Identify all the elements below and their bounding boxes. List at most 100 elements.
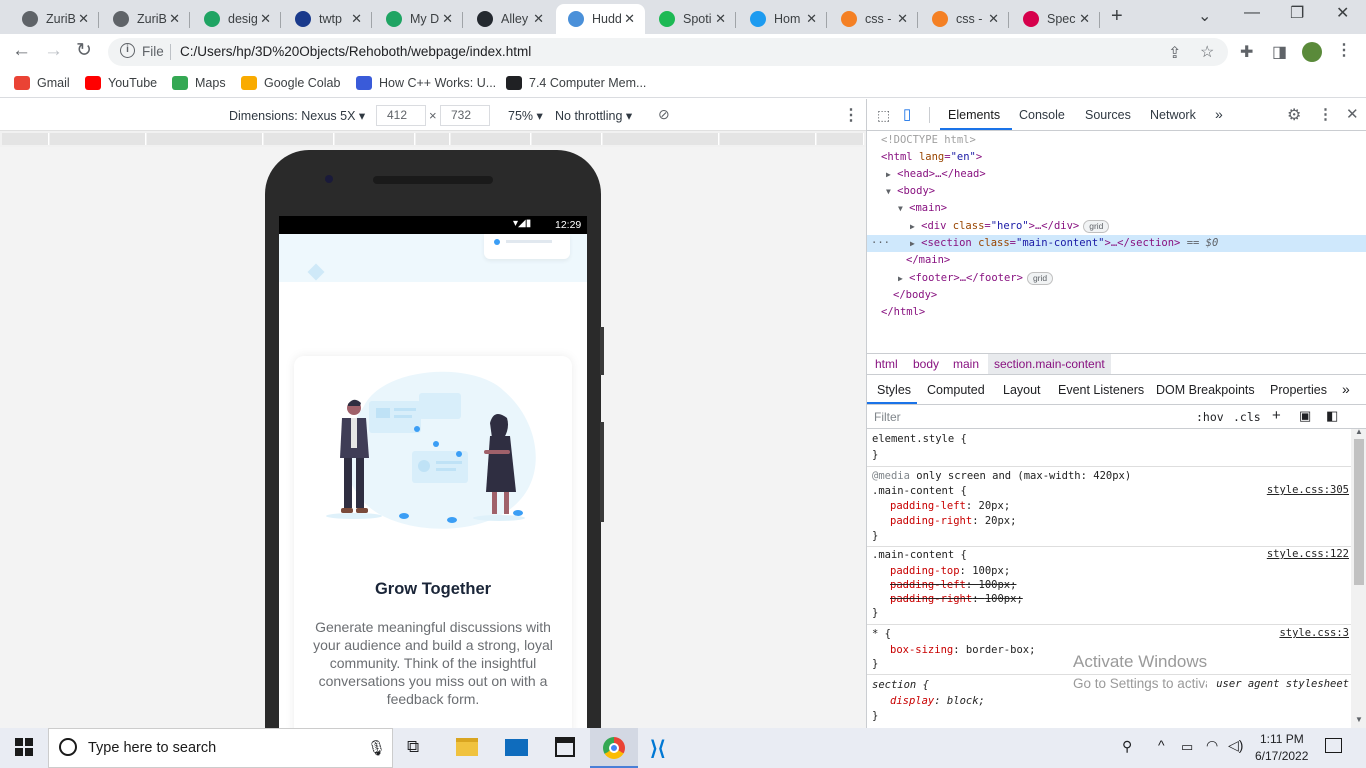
tab-console[interactable]: Console [1019, 108, 1065, 122]
collapse-triangle-icon[interactable]: ▼ [886, 187, 891, 196]
collapse-triangle-icon[interactable]: ▼ [898, 204, 903, 213]
hov-toggle[interactable]: :hov [1196, 410, 1224, 424]
inspect-element-icon[interactable]: ⬚ [877, 107, 890, 124]
wifi-icon[interactable]: ◠ [1206, 737, 1218, 754]
close-tab-icon[interactable]: ✕ [78, 11, 89, 27]
side-panel-icon[interactable]: ◨ [1272, 42, 1287, 62]
style-declaration[interactable]: padding-right: 20px; [890, 514, 1016, 529]
dom-body-node[interactable]: ▼ <body> [886, 183, 935, 200]
bookmark-item[interactable]: How C++ Works: U... [356, 76, 496, 90]
close-window-button[interactable]: ✕ [1336, 3, 1349, 23]
bookmark-item[interactable]: YouTube [85, 76, 157, 90]
cls-toggle[interactable]: .cls [1233, 410, 1261, 424]
file-explorer-icon[interactable] [456, 738, 478, 756]
browser-tab[interactable]: Spec ✕ [1011, 4, 1100, 34]
color-format-icon[interactable]: ▣ [1299, 408, 1311, 424]
crumb-section[interactable]: section.main-content [988, 354, 1111, 374]
reload-button[interactable]: ↻ [76, 39, 92, 62]
rule1-source-link[interactable]: style.css:305 [1267, 484, 1349, 496]
tab-styles[interactable]: Styles [877, 383, 911, 397]
scrollbar-thumb[interactable] [1354, 439, 1364, 585]
overridden-declaration[interactable]: padding-right: 100px; [890, 592, 1023, 607]
browser-tab[interactable]: Spoti ✕ [647, 4, 736, 34]
device-width-input[interactable]: 412 [376, 105, 426, 126]
browser-tab[interactable]: ZuriB ✕ [10, 4, 99, 34]
new-rule-icon[interactable]: + [1272, 407, 1281, 424]
ruler-segment[interactable] [147, 133, 263, 145]
ruler-segment[interactable] [416, 133, 450, 145]
back-button[interactable]: ← [12, 40, 31, 62]
device-more-options-icon[interactable]: ⋮ [843, 105, 859, 125]
browser-tab[interactable]: css - ✕ [920, 4, 1009, 34]
crumb-main[interactable]: main [953, 357, 979, 371]
crumb-html[interactable]: html [875, 357, 898, 371]
rule2-selector[interactable]: .main-content { [872, 548, 967, 563]
grid-badge[interactable]: grid [1083, 220, 1110, 233]
tab-event-listeners[interactable]: Event Listeners [1058, 383, 1144, 397]
tab-dom-breakpoints[interactable]: DOM Breakpoints [1156, 383, 1255, 397]
tab-elements[interactable]: Elements [948, 108, 1000, 122]
volume-icon[interactable]: ◁) [1228, 737, 1243, 754]
close-tab-icon[interactable]: ✕ [988, 11, 999, 27]
dom-hero-node[interactable]: ▶ <div class="hero">…</div> grid [910, 218, 1110, 235]
browser-tab[interactable]: desig ✕ [192, 4, 281, 34]
forward-button[interactable]: → [44, 40, 63, 62]
close-devtools-icon[interactable]: ✕ [1346, 105, 1359, 123]
tab-computed[interactable]: Computed [927, 383, 985, 397]
ruler-segment[interactable] [2, 133, 49, 145]
expand-triangle-icon[interactable]: ▶ [910, 222, 915, 231]
styles-scrollbar[interactable]: ▲ ▼ [1351, 427, 1366, 728]
device-toggle-icon[interactable]: ▯ [903, 105, 911, 123]
dom-section-node[interactable]: ▶ <section class="main-content">…</secti… [910, 235, 1218, 252]
close-tab-icon[interactable]: ✕ [624, 11, 635, 27]
style-declaration[interactable]: box-sizing: border-box; [890, 643, 1035, 658]
overridden-declaration[interactable]: padding-left: 100px; [890, 578, 1016, 593]
dom-doctype[interactable]: <!DOCTYPE html> [881, 132, 976, 149]
browser-tab[interactable]: Alley ✕ [465, 4, 554, 34]
ruler-segment[interactable] [335, 133, 415, 145]
windows-start-icon[interactable] [15, 738, 33, 759]
dom-html-close[interactable]: </html> [881, 304, 925, 321]
style-declaration[interactable]: padding-top: 100px; [890, 564, 1010, 579]
dom-footer-node[interactable]: ▶ <footer>…</footer> grid [898, 270, 1054, 287]
chrome-taskbar-button[interactable] [590, 728, 638, 768]
rule4-selector[interactable]: section { [872, 678, 929, 693]
clock-date[interactable]: 6/17/2022 [1255, 749, 1308, 763]
minimize-button[interactable]: — [1244, 4, 1260, 22]
rule2-source-link[interactable]: style.css:122 [1267, 548, 1349, 560]
device-dimensions-select[interactable]: Dimensions: Nexus 5X ▾ [229, 108, 365, 123]
dom-head-node[interactable]: ▶ <head>…</head> [886, 166, 986, 183]
ruler-segment[interactable] [264, 133, 334, 145]
close-tab-icon[interactable]: ✕ [260, 11, 271, 27]
browser-tab[interactable]: twtp ✕ [283, 4, 372, 34]
new-tab-button[interactable]: + [1111, 5, 1123, 28]
vscode-icon[interactable]: ⟩⟨ [650, 736, 666, 761]
media-query-ruler[interactable] [0, 131, 866, 147]
scroll-down-arrow-icon[interactable]: ▼ [1355, 715, 1363, 724]
expand-triangle-icon[interactable]: ▶ [898, 274, 903, 283]
expand-triangle-icon[interactable]: ▶ [910, 239, 915, 248]
dom-main-close[interactable]: </main> [906, 252, 950, 269]
ruler-segment[interactable] [720, 133, 816, 145]
scroll-up-arrow-icon[interactable]: ▲ [1355, 427, 1363, 436]
mail-icon[interactable] [505, 739, 528, 756]
extensions-icon[interactable]: ✚ [1240, 42, 1253, 62]
task-view-icon[interactable]: ⧉ [407, 737, 419, 757]
people-icon[interactable]: ⚲ [1122, 738, 1132, 755]
tab-sources[interactable]: Sources [1085, 108, 1131, 122]
browser-tab[interactable]: css - ✕ [829, 4, 918, 34]
browser-tab[interactable]: Hom ✕ [738, 4, 827, 34]
device-height-input[interactable]: 732 [440, 105, 490, 126]
zoom-select[interactable]: 75% ▾ [508, 108, 543, 123]
bookmark-star-icon[interactable]: ☆ [1200, 42, 1214, 62]
address-bar[interactable]: i File C:/Users/hp/3D%20Objects/Rehoboth… [108, 38, 1228, 66]
url-text[interactable]: C:/Users/hp/3D%20Objects/Rehoboth/webpag… [180, 44, 531, 59]
close-tab-icon[interactable]: ✕ [1079, 11, 1090, 27]
crumb-body[interactable]: body [913, 357, 939, 371]
tab-layout[interactable]: Layout [1003, 383, 1041, 397]
microphone-icon[interactable]: 🎙 [367, 739, 386, 757]
expand-triangle-icon[interactable]: ▶ [886, 170, 891, 179]
grid-badge[interactable]: grid [1026, 272, 1054, 285]
dom-main-node[interactable]: ▼ <main> [898, 200, 947, 217]
notifications-icon[interactable] [1325, 738, 1342, 753]
